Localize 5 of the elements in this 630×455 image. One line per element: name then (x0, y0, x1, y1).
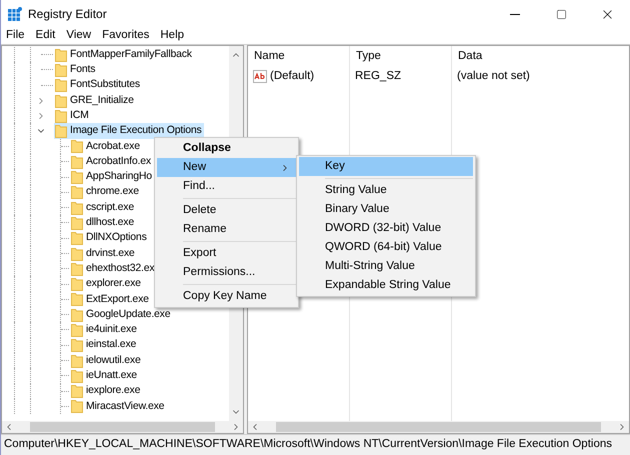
status-bar: Computer\HKEY_LOCAL_MACHINE\SOFTWARE\Microsoft\Windows NT\CurrentVersion\Image File Execution Options (1, 434, 630, 455)
table-cell-text: REG_SZ (354, 68, 402, 84)
table-cell: (Default) (248, 68, 349, 85)
table-cell-text: (value not set) (456, 68, 531, 84)
window-title: Registry Editor (28, 6, 107, 23)
